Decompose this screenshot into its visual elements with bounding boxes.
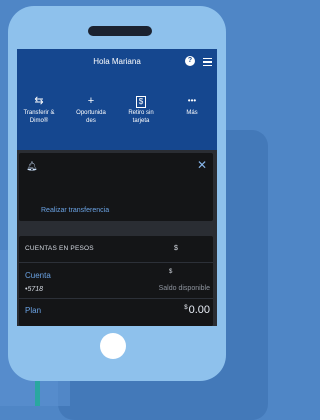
account-number: •5718 <box>25 286 44 293</box>
home-button[interactable] <box>100 333 126 359</box>
accounts-heading-currency: $ <box>174 245 178 252</box>
action-label: Transferir & Dimo® <box>23 110 55 124</box>
action-label: Retiro sin tarjeta <box>128 110 154 124</box>
transfer-arrows-icon: ⇆ <box>34 95 44 107</box>
transfer-dimo-action[interactable]: ⇆ Transferir & Dimo® <box>17 94 61 125</box>
plan-name-link[interactable]: Plan <box>25 306 41 315</box>
action-label: Más <box>186 110 198 116</box>
make-transfer-link[interactable]: Realizar transferencia <box>41 207 109 214</box>
phone-frame: Hola Mariana ? ⇆ Transferir & Dimo® + Opo… <box>8 6 226 381</box>
notification-card: 🔔︎ ✕ Realizar transferencia <box>19 153 213 221</box>
bell-icon: 🔔︎ <box>26 161 38 171</box>
dollar-card-icon: $ <box>119 94 163 108</box>
peso-accounts-card: CUENTAS EN PESOS $ Cuenta •5718 $ Saldo … <box>19 236 213 326</box>
plus-icon: + <box>87 95 95 107</box>
opportunities-action[interactable]: + Oportunida des <box>69 94 113 125</box>
accounts-heading: CUENTAS EN PESOS <box>25 245 94 252</box>
phone-screen: Hola Mariana ? ⇆ Transferir & Dimo® + Opo… <box>17 49 217 326</box>
cardless-withdrawal-action[interactable]: $ Retiro sin tarjeta <box>119 94 163 125</box>
action-label: Oportunida des <box>76 110 106 124</box>
account-name-link[interactable]: Cuenta <box>25 271 51 280</box>
divider <box>19 298 213 299</box>
app-header: Hola Mariana ? ⇆ Transferir & Dimo® + Opo… <box>17 49 217 150</box>
more-action[interactable]: ••• Más <box>170 94 214 118</box>
available-balance-label: Saldo disponible <box>158 285 210 292</box>
phone-speaker <box>88 26 152 36</box>
question-circle-icon[interactable]: ? <box>185 56 195 66</box>
hamburger-menu-icon[interactable] <box>203 58 212 68</box>
close-icon[interactable]: ✕ <box>197 158 207 172</box>
divider <box>19 262 213 263</box>
plan-amount: $0.00 <box>184 304 210 316</box>
account-currency: $ <box>169 269 173 275</box>
more-dots-icon: ••• <box>187 96 197 105</box>
